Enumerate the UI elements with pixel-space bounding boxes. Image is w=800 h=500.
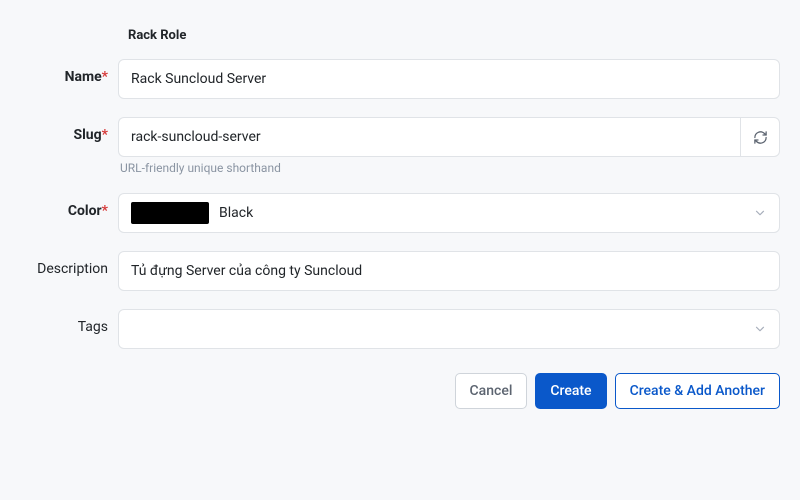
- field-color: Black: [118, 193, 780, 233]
- color-select[interactable]: Black: [118, 193, 780, 233]
- color-select-label: Black: [219, 205, 753, 221]
- label-color-text: Color: [68, 203, 102, 219]
- label-slug: Slug*: [0, 117, 118, 143]
- description-input[interactable]: [118, 251, 780, 291]
- slug-regenerate-button[interactable]: [740, 117, 780, 157]
- create-add-another-button[interactable]: Create & Add Another: [615, 373, 780, 409]
- chevron-down-icon: [753, 322, 767, 336]
- field-description: [118, 251, 780, 291]
- tags-select[interactable]: [118, 309, 780, 349]
- row-description: Description: [0, 251, 780, 291]
- row-tags: Tags: [0, 309, 780, 349]
- slug-input[interactable]: [118, 117, 740, 157]
- label-description-text: Description: [37, 261, 108, 277]
- rack-role-form: Rack Role Name* Slug* URL-friendly uniqu…: [0, 0, 800, 429]
- label-name: Name*: [0, 59, 118, 85]
- row-name: Name*: [0, 59, 780, 99]
- section-title: Rack Role: [128, 28, 780, 43]
- name-input[interactable]: [118, 59, 780, 99]
- row-color: Color* Black: [0, 193, 780, 233]
- cancel-button[interactable]: Cancel: [455, 373, 528, 409]
- refresh-icon: [753, 130, 768, 145]
- slug-help-text: URL-friendly unique shorthand: [120, 161, 780, 175]
- field-tags: [118, 309, 780, 349]
- label-color: Color*: [0, 193, 118, 219]
- chevron-down-icon: [753, 206, 767, 220]
- button-row: Cancel Create Create & Add Another: [0, 373, 780, 409]
- required-marker: *: [102, 69, 108, 85]
- color-swatch: [131, 202, 209, 224]
- label-tags: Tags: [0, 309, 118, 335]
- label-slug-text: Slug: [73, 127, 101, 143]
- label-description: Description: [0, 251, 118, 277]
- label-tags-text: Tags: [78, 319, 108, 335]
- slug-input-group: [118, 117, 780, 157]
- required-marker: *: [102, 127, 108, 143]
- label-name-text: Name: [65, 69, 102, 85]
- field-name: [118, 59, 780, 99]
- field-slug: URL-friendly unique shorthand: [118, 117, 780, 175]
- required-marker: *: [102, 203, 108, 219]
- row-slug: Slug* URL-friendly unique shorthand: [0, 117, 780, 175]
- create-button[interactable]: Create: [535, 373, 606, 409]
